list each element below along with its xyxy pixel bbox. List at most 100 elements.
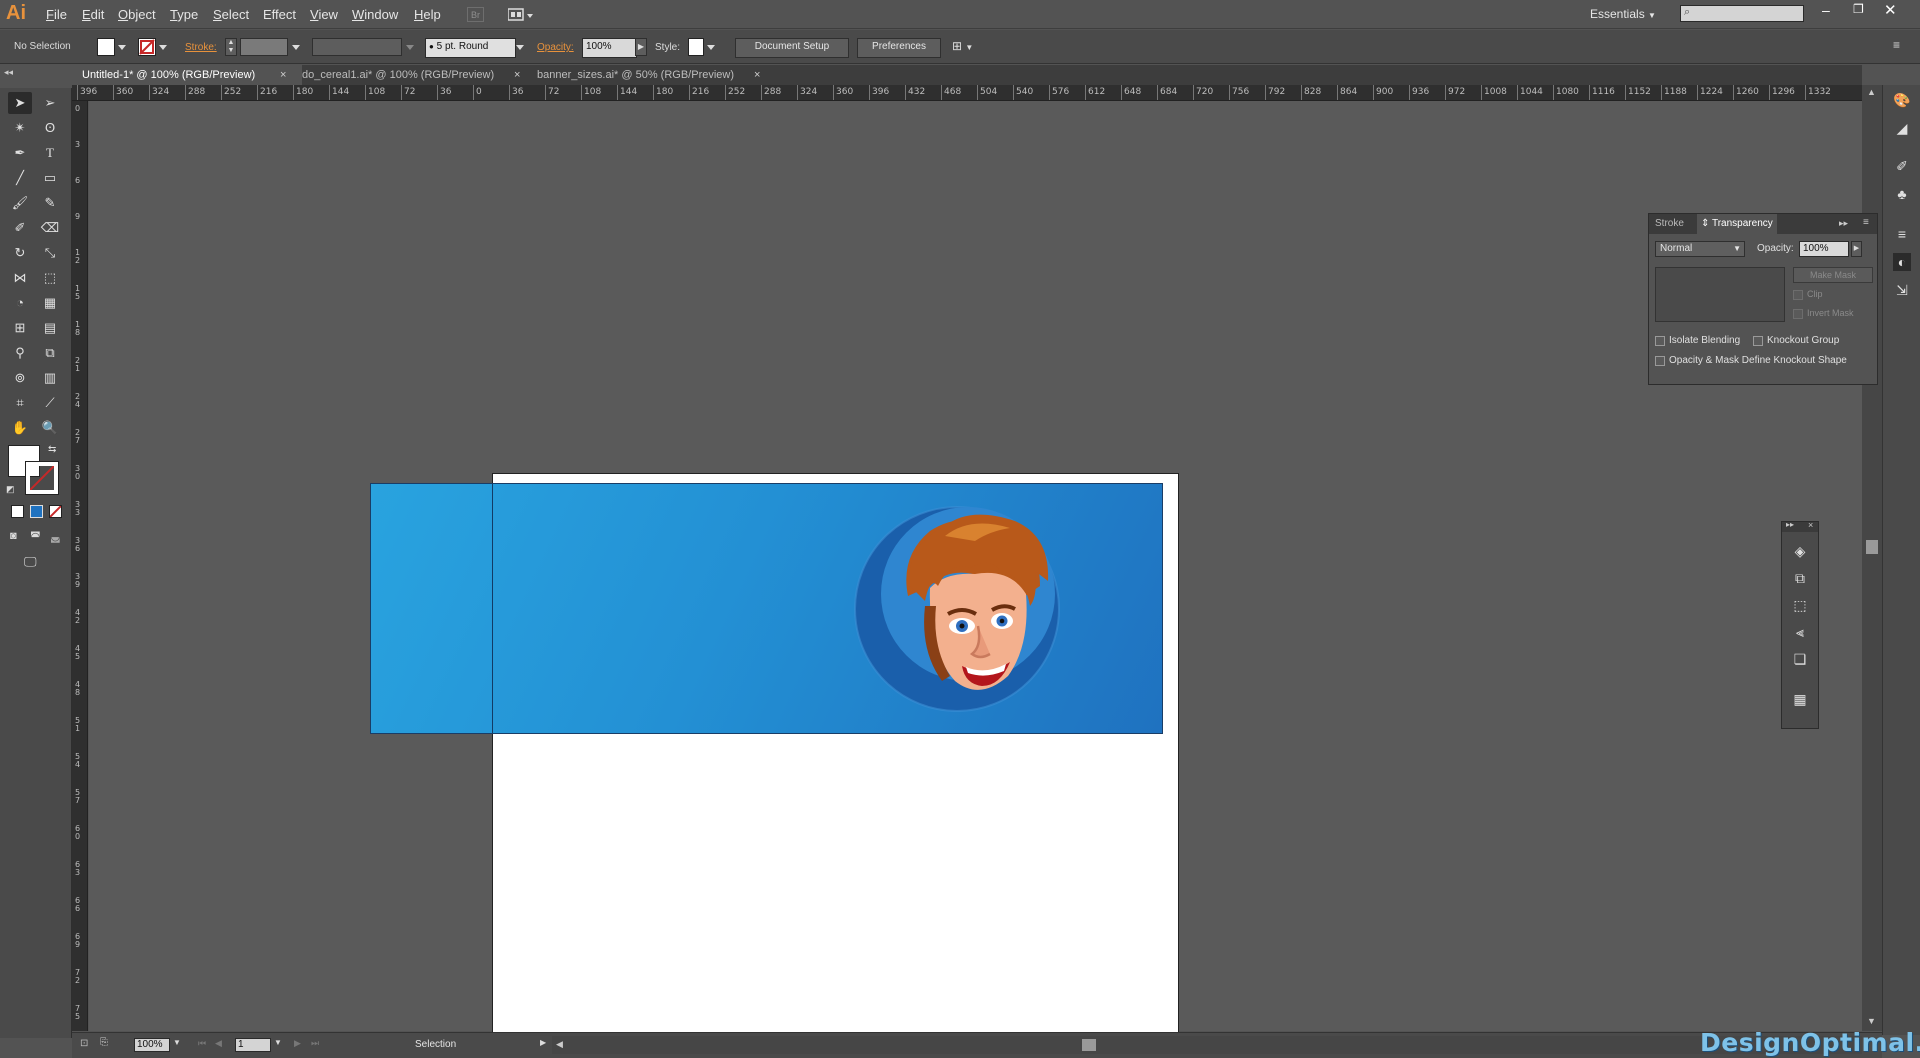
pen-tool-icon[interactable]: ✒ [8,142,32,164]
style-swatch[interactable] [688,38,704,56]
opacity-mask-knockout-checkbox[interactable] [1655,356,1665,366]
line-tool-icon[interactable]: ╱ [8,167,32,189]
opacity-label[interactable]: Opacity: [537,42,574,53]
panel-opacity-field[interactable]: 100% [1799,241,1849,257]
make-mask-button[interactable]: Make Mask [1793,267,1873,283]
lasso-tool-icon[interactable]: ʘ [38,117,62,139]
blob-brush-tool-icon[interactable]: ✐ [8,217,32,239]
scale-tool-icon[interactable]: ⤡ [38,242,62,264]
panel-options-icon[interactable]: ≡ [1863,217,1869,228]
paintbrush-tool-icon[interactable]: 🖌 [8,192,32,214]
symbol-sprayer-tool-icon[interactable]: ⊚ [8,367,32,389]
selection-tool-icon[interactable]: ➤ [8,92,32,114]
gradient-mode-icon[interactable] [30,505,43,518]
artboard-dropdown-icon[interactable]: ▼ [274,1038,282,1047]
expand-panel-icon[interactable]: ▸▸ [1786,520,1794,529]
perspective-grid-tool-icon[interactable]: ▦ [38,292,62,314]
close-button[interactable]: ✕ [1884,1,1897,19]
menu-type[interactable]: Type [170,7,198,22]
eraser-tool-icon[interactable]: ⌫ [38,217,62,239]
color-palette-icon[interactable]: 🎨 [1893,91,1911,109]
share-icon[interactable]: ⎘ [100,1037,108,1048]
menu-effect[interactable]: Effect [263,7,296,22]
minimize-button[interactable]: – [1822,2,1830,18]
pathfinder-icon[interactable]: ⧉ [1791,569,1809,587]
artboard-tool-icon[interactable]: ⌗ [8,392,32,414]
arrange-icon[interactable]: ❏ [1791,650,1809,668]
brushes-icon[interactable]: ✐ [1893,157,1911,175]
prev-artboard-icon[interactable]: ◀ [215,1038,222,1049]
blend-tool-icon[interactable]: ⧉ [38,342,62,364]
collapse-panel-icon[interactable]: ▸▸ [1839,218,1848,229]
bridge-button[interactable]: Br [467,7,484,22]
fill-swatch[interactable] [97,38,115,56]
symbols-icon[interactable]: ♣ [1893,185,1911,203]
canvas-area[interactable] [89,101,1862,1033]
search-input[interactable]: ⌕ [1680,5,1804,22]
color-guide-icon[interactable]: ◢ [1893,119,1911,137]
isolate-blending-checkbox[interactable] [1655,336,1665,346]
toolbox-collapse-icon[interactable]: ◂◂ [4,67,13,78]
zoom-field[interactable]: 100% [134,1038,170,1052]
menu-object[interactable]: Object [118,7,156,22]
open-in-bridge-icon[interactable]: ⊡ [80,1038,88,1049]
brush-dropdown-icon[interactable] [516,45,524,50]
transparency-panel-icon[interactable]: ◐ [1893,253,1911,271]
brush-definition[interactable]: ● 5 pt. Round [425,38,516,58]
app-logo[interactable]: Ai [6,2,26,25]
stroke-label[interactable]: Stroke: [185,42,217,53]
draw-inside-icon[interactable]: ◛ [50,530,61,543]
tab-stroke[interactable]: Stroke [1655,218,1684,229]
menu-select[interactable]: Select [213,7,249,22]
default-colors-icon[interactable]: ◩ [6,484,15,495]
menu-view[interactable]: View [310,7,338,22]
mesh-tool-icon[interactable]: ⊞ [8,317,32,339]
style-dropdown-icon[interactable] [707,45,715,50]
first-artboard-icon[interactable]: ⏮ [198,1038,206,1049]
zoom-tool-icon[interactable]: 🔍 [38,417,62,439]
preferences-button[interactable]: Preferences [857,38,941,58]
status-flyout-icon[interactable]: ▶ [540,1038,546,1047]
direct-selection-tool-icon[interactable]: ➢ [38,92,62,114]
width-tool-icon[interactable]: ⋈ [8,267,32,289]
align-icon[interactable]: ⫷ [1791,623,1809,641]
align-options-icon[interactable]: ⊞ ▼ [952,39,973,53]
gradient-tool-icon[interactable]: ▤ [38,317,62,339]
eyedropper-tool-icon[interactable]: ⚲ [8,342,32,364]
last-artboard-icon[interactable]: ⏭ [311,1038,319,1049]
rotate-tool-icon[interactable]: ↻ [8,242,32,264]
menu-edit[interactable]: Edit [82,7,104,22]
stroke-color-swatch[interactable] [25,461,59,495]
stroke-swatch[interactable] [138,38,156,56]
menu-file[interactable]: File [46,7,67,22]
arrange-documents-icon[interactable] [507,8,534,22]
scroll-left-arrow-icon[interactable]: ◀ [556,1039,563,1050]
panel-opacity-flyout-icon[interactable]: ▶ [1851,241,1862,257]
scroll-thumb[interactable] [1866,540,1878,554]
stroke-weight-dropdown-icon[interactable] [292,45,300,50]
close-tab-icon[interactable]: × [514,65,520,85]
rectangle-tool-icon[interactable]: ▭ [38,167,62,189]
vertical-ruler[interactable]: 0 3 6 9 12 15 18 21 24 27 30 33 36 39 42 45 48 51 54 57 60 63… [72,101,88,1031]
invert-mask-checkbox[interactable] [1793,309,1803,319]
horizontal-ruler[interactable]: 396 360 324 288 252 216 180 144 108 72 36 0 36 72 108 1… [72,85,1862,101]
draw-normal-icon[interactable]: ◙ [10,530,17,542]
next-artboard-icon[interactable]: ▶ [294,1038,301,1049]
screen-mode-icon[interactable]: 🖵 [24,554,37,570]
close-panel-icon[interactable]: × [1808,520,1813,530]
transform-icon[interactable]: ⬚ [1791,596,1809,614]
free-transform-tool-icon[interactable]: ⬚ [38,267,62,289]
knockout-group-checkbox[interactable] [1753,336,1763,346]
opacity-field[interactable]: 100% [582,38,637,58]
draw-behind-icon[interactable]: ◚ [30,530,41,543]
fill-dropdown-icon[interactable] [118,45,126,50]
zoom-dropdown-icon[interactable]: ▼ [173,1038,181,1047]
pencil-tool-icon[interactable]: ✎ [38,192,62,214]
scroll-down-arrow-icon[interactable]: ▼ [1867,1016,1876,1026]
shape-builder-tool-icon[interactable]: ◔ [8,292,32,314]
close-tab-icon[interactable]: × [754,65,760,85]
swap-colors-icon[interactable]: ⇆ [48,444,56,455]
restore-button[interactable]: ❐ [1853,2,1864,16]
variable-width-field[interactable] [312,38,402,56]
none-mode-icon[interactable] [49,505,62,518]
